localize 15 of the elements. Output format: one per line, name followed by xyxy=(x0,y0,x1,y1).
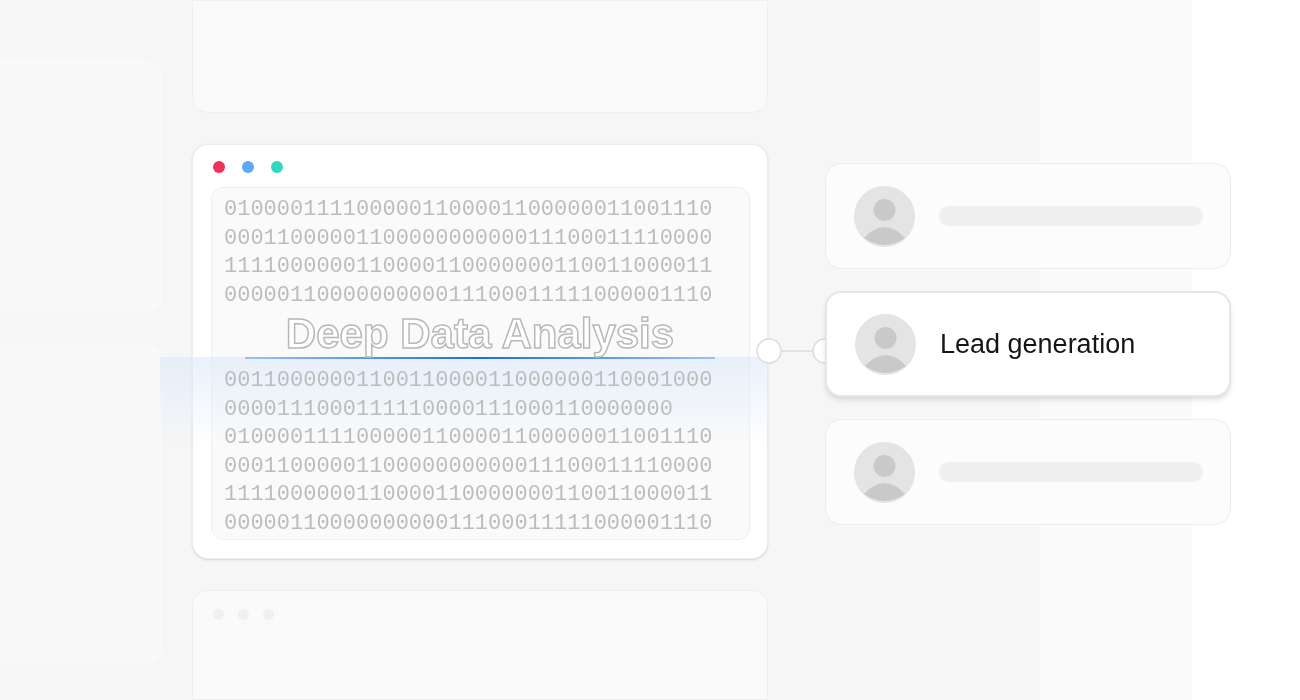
binary-text: 0011000000110011000011000000110001000 xyxy=(224,367,713,395)
avatar-icon xyxy=(855,313,916,375)
binary-text: 0000011000000000011100011111000001110 xyxy=(224,509,713,538)
avatar-icon xyxy=(854,441,915,503)
contact-label: Lead generation xyxy=(940,327,1136,361)
binary-text: 1111000000110000110000000110011000011 xyxy=(224,481,713,509)
binary-text: 0000011000000000011100011111000001110 xyxy=(224,281,713,310)
binary-text: 0100001111000001100001100000011001110 xyxy=(224,196,713,224)
overlay-title: Deep Data Analysis xyxy=(284,312,676,356)
binary-text: 0100001111000001100001100000011001110 xyxy=(224,424,713,452)
binary-text: 1111000000110000110000000110011000011 xyxy=(224,253,713,281)
avatar-icon xyxy=(854,185,915,247)
binary-text: 0000111000111110000111000110000000 xyxy=(224,395,673,424)
binary-text: 0001100000110000000000011100011110000 xyxy=(224,224,713,253)
binary-text: 0001100000110000000000011100011110000 xyxy=(224,452,713,481)
